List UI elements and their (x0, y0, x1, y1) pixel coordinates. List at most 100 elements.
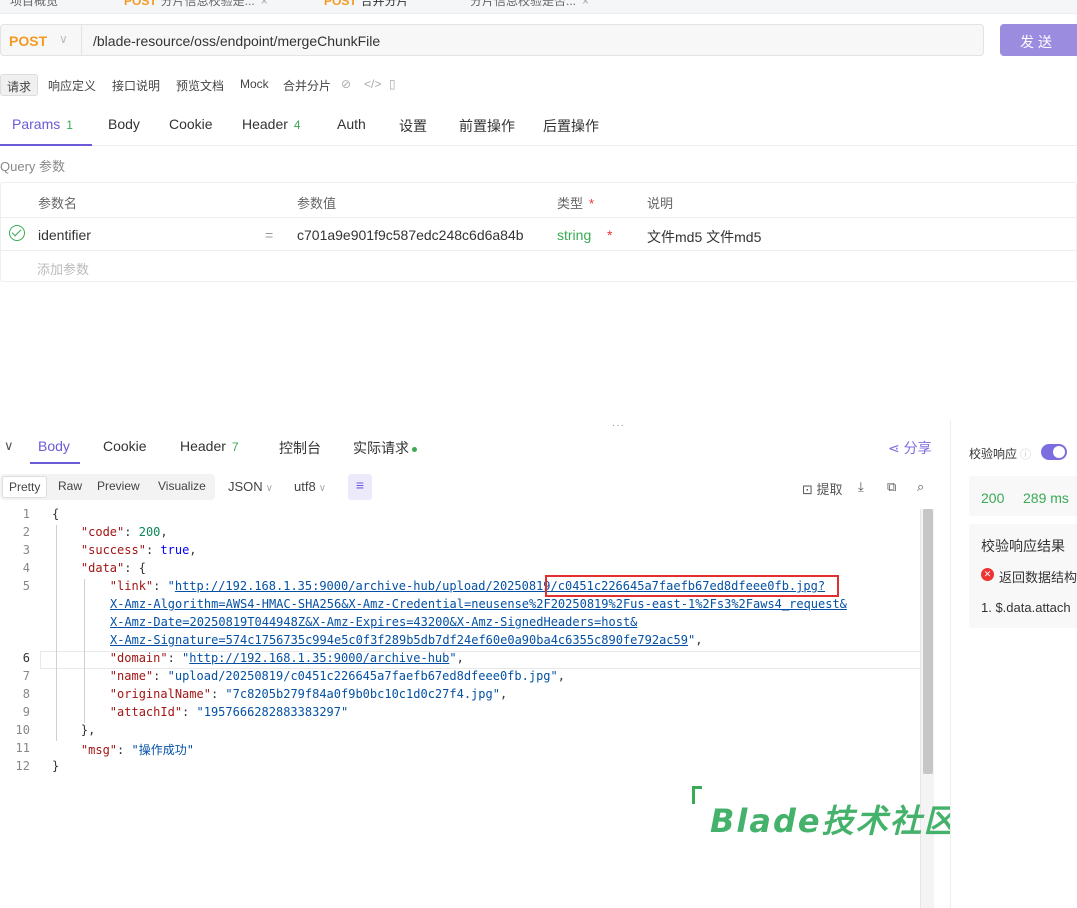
tab-response-header[interactable]: Header 7 (180, 438, 239, 454)
enabled-check-icon[interactable] (9, 225, 25, 241)
panel-icon[interactable]: ▯ (389, 77, 396, 91)
share-icon: ⋖ (888, 440, 904, 456)
validation-result-title: 校验响应结果 (981, 538, 1065, 554)
code-line: }, (52, 723, 96, 737)
send-button[interactable]: 发送 (1000, 24, 1077, 56)
tab-response-cookie[interactable]: Cookie (103, 438, 147, 454)
code-line: } (52, 759, 60, 773)
code-line: "attachId": "1957666282883383297" (109, 705, 349, 719)
chevron-down-icon[interactable]: ∨ (59, 32, 68, 46)
required-mark: * (607, 227, 613, 243)
validate-toggle[interactable] (1041, 444, 1067, 460)
view-pretty[interactable]: Pretty (2, 476, 48, 498)
column-header-value: 参数值 (297, 196, 337, 211)
tab-api-description[interactable]: 接口说明 (112, 74, 160, 96)
code-line: { (52, 507, 60, 521)
tab-mock[interactable]: Mock (240, 74, 269, 96)
panel-splitter[interactable]: ··· (612, 420, 625, 431)
extract-icon: ⊡ (802, 482, 817, 497)
code-line: "success": true, (80, 543, 197, 557)
copy-icon[interactable]: ⧉ (887, 479, 896, 495)
code-line: "data": { (80, 561, 146, 575)
tab-chunk-verify[interactable]: POST 分片信息校验是... × (124, 0, 268, 13)
validation-error-text: 返回数据结构 (999, 570, 1077, 585)
code-line: X-Amz-Algorithm=AWS4-HMAC-SHA256&X-Amz-C… (110, 597, 847, 611)
param-description[interactable]: 文件md5 文件md5 (647, 227, 761, 247)
tab-response-definition[interactable]: 响应定义 (48, 74, 96, 96)
active-tab-underline (0, 144, 92, 146)
code-line: "name": "upload/20250819/c0451c226645a7f… (109, 669, 565, 683)
param-name[interactable]: identifier (38, 227, 91, 243)
validation-result-box: 校验响应结果 ✕ 返回数据结构 1. $.data.attach (969, 524, 1077, 628)
share-button[interactable]: ⋖ 分享 (888, 438, 932, 458)
column-header-name: 参数名 (38, 196, 78, 211)
url-input[interactable]: /blade-resource/oss/endpoint/mergeChunkF… (93, 33, 380, 49)
tab-auth[interactable]: Auth (337, 116, 366, 132)
code-line: X-Amz-Signature=574c1756735c994e5c0f3f28… (110, 633, 703, 647)
bracket-left (692, 786, 702, 804)
link-url[interactable]: http://192.168.1.35:9000/archive-hub (189, 651, 449, 665)
add-param-input[interactable]: 添加参数 (37, 259, 89, 278)
download-icon[interactable]: ⤓ (858, 479, 864, 495)
response-tabs: ∨ Body Cookie Header 7 控制台 实际请求 ⋖ 分享 (0, 432, 950, 464)
line-number: 7 (22, 669, 30, 683)
response-time: 289 ms (1023, 490, 1069, 506)
view-preview[interactable]: Preview (97, 479, 140, 493)
extract-button[interactable]: ⊡ 提取 (802, 479, 843, 498)
tab-project-overview[interactable]: 项目概览 (10, 0, 58, 13)
help-icon[interactable]: ⓘ (1020, 449, 1031, 461)
code-icon[interactable]: </> (364, 77, 381, 91)
tab-response-body[interactable]: Body (38, 438, 70, 454)
query-params-table: 参数名 参数值 类型 * 说明 identifier = c701a9e901f9… (0, 182, 1077, 282)
column-header-desc: 说明 (647, 196, 674, 211)
line-number: 9 (22, 705, 30, 719)
tab-actual-request[interactable]: 实际请求 (353, 438, 417, 458)
tab-preview-doc[interactable]: 预览文档 (176, 74, 224, 96)
tab-settings[interactable]: 设置 (399, 116, 427, 136)
line-number: 10 (15, 723, 30, 737)
tab-post-request[interactable]: 后置操作 (543, 116, 599, 136)
view-raw[interactable]: Raw (58, 479, 82, 493)
param-type[interactable]: string (557, 227, 591, 243)
tab-chunk-verify-2[interactable]: 分片信息校验是否... × (470, 0, 589, 13)
tab-request[interactable]: 请求 (0, 74, 39, 96)
code-line: "originalName": "7c8205b279f84a0f9b0bc10… (109, 687, 508, 701)
doc-name: 合并分片 (283, 79, 332, 93)
line-number: 11 (15, 741, 30, 755)
tab-console[interactable]: 控制台 (279, 438, 321, 458)
line-number: 1 (22, 507, 30, 521)
chevron-down-icon[interactable]: ∨ (4, 438, 14, 454)
line-number: 4 (22, 561, 30, 575)
tab-body[interactable]: Body (108, 116, 140, 132)
close-icon[interactable]: × (261, 0, 268, 8)
tab-merge-chunk[interactable]: POST 合并分片 (324, 0, 409, 13)
tab-cookie[interactable]: Cookie (169, 116, 213, 132)
close-icon[interactable]: × (582, 0, 589, 8)
format-select[interactable]: JSON ∨ (228, 479, 273, 494)
highlight-box-annotation (545, 575, 839, 597)
tab-header[interactable]: Header 4 (242, 116, 301, 132)
status-code: 200 (981, 490, 1005, 506)
tab-params[interactable]: Params 1 (12, 116, 73, 132)
code-line: "code": 200, (80, 525, 168, 539)
validation-error-item: 1. $.data.attach (981, 600, 1071, 615)
tab-pre-request[interactable]: 前置操作 (459, 116, 515, 136)
divider (1, 250, 1077, 251)
code-line: "domain": "http://192.168.1.35:9000/arch… (109, 651, 464, 665)
link-url[interactable]: X-Amz-Signature=574c1756735c994e5c0f3f28… (110, 633, 688, 647)
search-icon[interactable]: ⌕ (917, 479, 924, 495)
encoding-select[interactable]: utf8 ∨ (294, 479, 326, 494)
method-select[interactable]: POST (9, 33, 47, 49)
view-mode-group: Pretty Raw Preview Visualize (0, 474, 215, 500)
link-icon[interactable]: ⊘ (341, 77, 351, 91)
validation-panel: 校验响应 ⓘ 200 289 ms 校验响应结果 ✕ 返回数据结构 1. $.da… (950, 420, 1077, 908)
word-wrap-icon[interactable]: ≡ (348, 474, 372, 500)
line-number: 2 (22, 525, 30, 539)
link-url[interactable]: X-Amz-Date=20250819T044948Z&X-Amz-Expire… (110, 615, 637, 629)
divider (1, 217, 1077, 218)
watermark-text: Blade技术社区 (710, 802, 958, 840)
param-value[interactable]: c701a9e901f9c587edc248c6d6a84b (297, 227, 524, 243)
view-visualize[interactable]: Visualize (158, 479, 206, 493)
link-url[interactable]: X-Amz-Algorithm=AWS4-HMAC-SHA256&X-Amz-C… (110, 597, 847, 611)
scrollbar-thumb[interactable] (923, 509, 933, 774)
